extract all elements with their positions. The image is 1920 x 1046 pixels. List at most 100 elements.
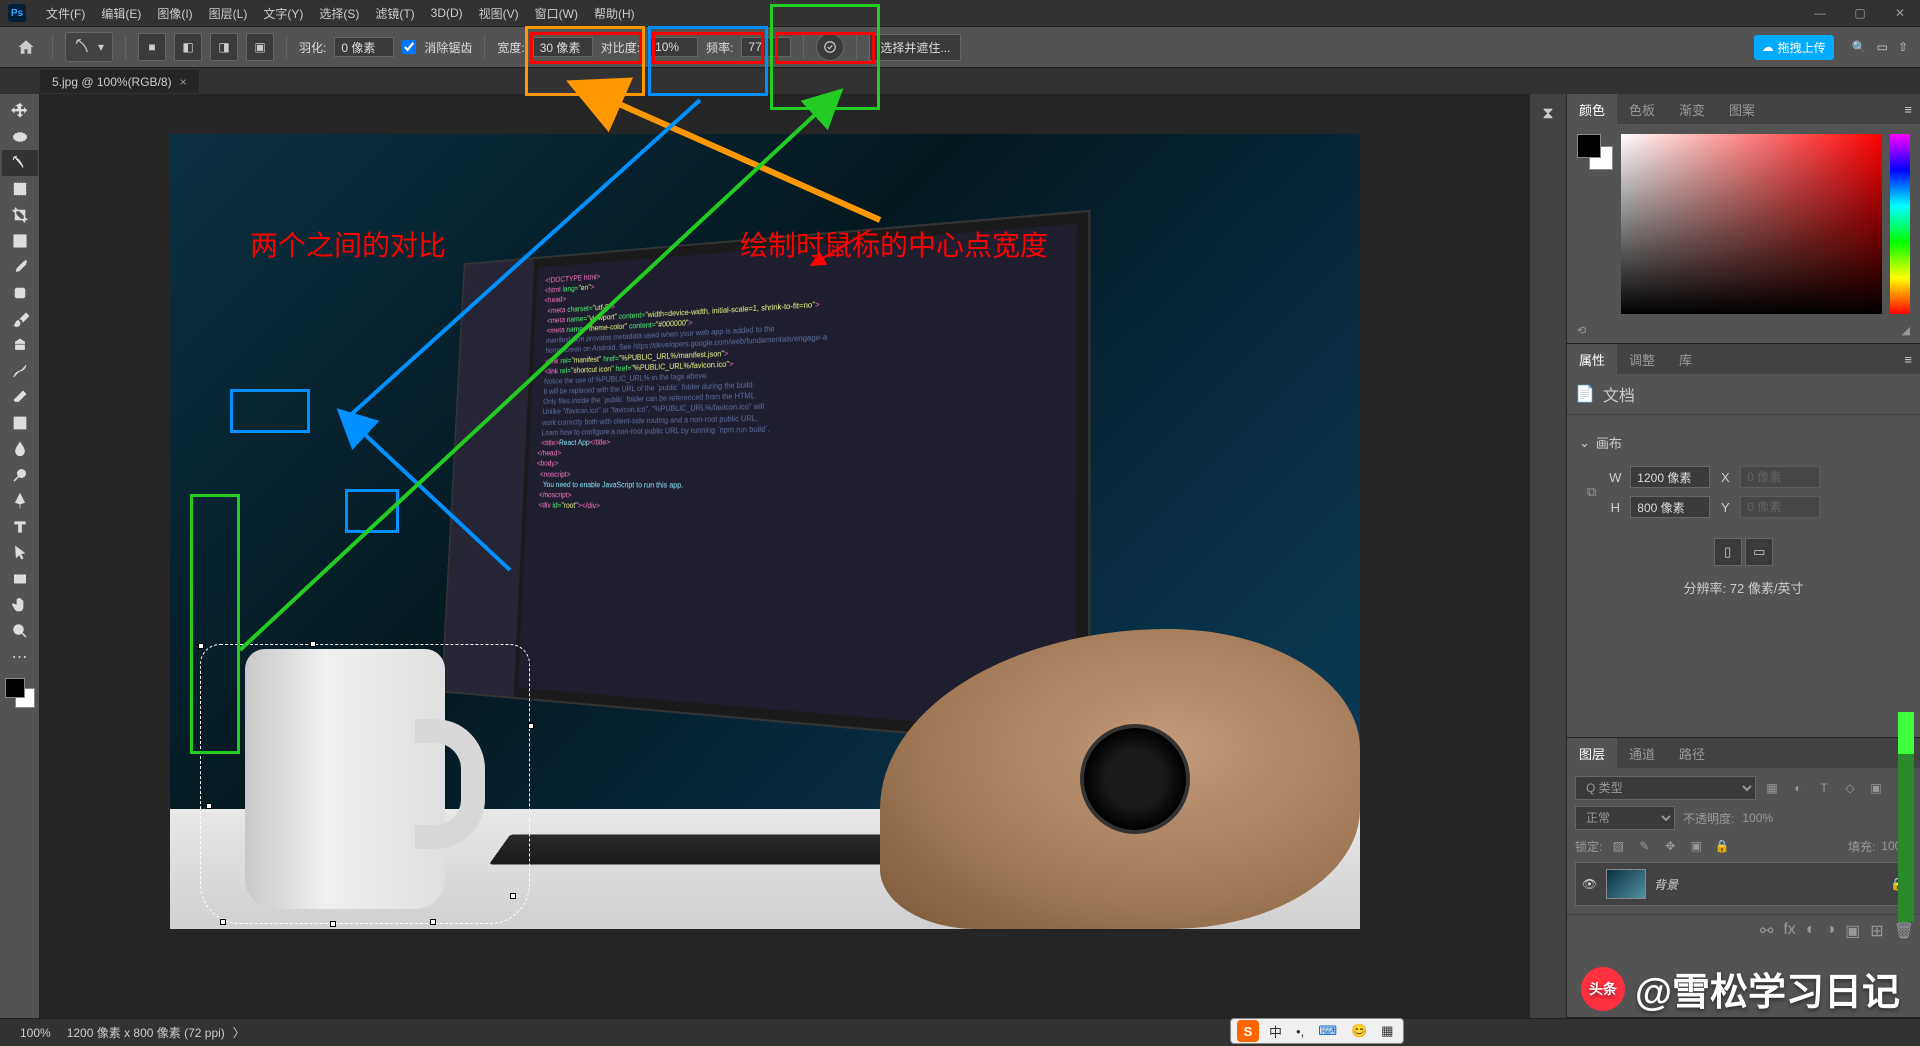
canvas-section-header[interactable]: ⌄ 画布 — [1579, 427, 1908, 458]
lock-all-icon[interactable]: 🔒 — [1712, 836, 1732, 856]
document-canvas[interactable]: <!DOCTYPE html> <html lang="en"> <head> … — [170, 134, 1360, 929]
new-layer-icon[interactable]: ⊞ — [1870, 921, 1883, 941]
ime-menu-icon[interactable]: ▦ — [1377, 1023, 1397, 1039]
ime-lang[interactable]: 中 — [1265, 1022, 1286, 1041]
layer-visibility-icon[interactable]: 👁 — [1582, 877, 1598, 891]
tab-libraries[interactable]: 库 — [1667, 344, 1704, 374]
blur-tool[interactable] — [2, 436, 38, 462]
quick-select-tool[interactable] — [2, 176, 38, 202]
freq-input[interactable] — [741, 37, 791, 57]
panel-menu-icon[interactable]: ≡ — [1896, 352, 1920, 367]
link-layers-icon[interactable]: ⚯ — [1760, 921, 1773, 941]
antialias-checkbox[interactable] — [402, 40, 416, 54]
status-chevron-icon[interactable]: 〉 — [233, 1024, 245, 1041]
layer-thumbnail[interactable] — [1606, 869, 1646, 899]
menu-file[interactable]: 文件(F) — [38, 5, 93, 22]
selection-intersect-icon[interactable]: ▣ — [246, 33, 274, 61]
home-button[interactable] — [12, 33, 40, 61]
tab-properties[interactable]: 属性 — [1567, 344, 1617, 374]
selection-subtract-icon[interactable]: ◨ — [210, 33, 238, 61]
filter-smart-icon[interactable]: ▣ — [1866, 778, 1886, 798]
layer-filter-dropdown[interactable]: Q 类型 — [1575, 776, 1756, 800]
foreground-color[interactable] — [5, 678, 25, 698]
link-icon[interactable]: ⟲ — [1577, 324, 1586, 337]
maximize-button[interactable]: ▢ — [1848, 6, 1872, 20]
lock-transparency-icon[interactable]: ▨ — [1608, 836, 1628, 856]
menu-3d[interactable]: 3D(D) — [423, 6, 471, 20]
ime-toolbar[interactable]: S 中 •, ⌨ 😊 ▦ — [1230, 1018, 1404, 1044]
type-tool[interactable] — [2, 514, 38, 540]
eyedropper-tool[interactable] — [2, 254, 38, 280]
menu-type[interactable]: 文字(Y) — [255, 5, 311, 22]
move-tool[interactable] — [2, 98, 38, 124]
history-brush-tool[interactable] — [2, 358, 38, 384]
filter-type-icon[interactable]: T — [1814, 778, 1834, 798]
rectangle-tool[interactable] — [2, 566, 38, 592]
document-tab-close[interactable]: × — [180, 75, 187, 89]
color-field[interactable] — [1621, 134, 1882, 314]
workspace-icon[interactable]: ▭ — [1877, 40, 1888, 54]
tab-pattern[interactable]: 图案 — [1717, 94, 1767, 124]
minimize-button[interactable]: — — [1808, 6, 1832, 20]
lock-position-icon[interactable]: ✥ — [1660, 836, 1680, 856]
dodge-tool[interactable] — [2, 462, 38, 488]
pen-tool[interactable] — [2, 488, 38, 514]
orient-portrait-icon[interactable]: ▯ — [1714, 538, 1742, 566]
panel-menu-icon[interactable]: ≡ — [1896, 102, 1920, 117]
clone-stamp-tool[interactable] — [2, 332, 38, 358]
status-zoom[interactable]: 100% — [12, 1026, 59, 1040]
filter-adjust-icon[interactable]: ◐ — [1788, 778, 1808, 798]
filter-image-icon[interactable]: ▦ — [1762, 778, 1782, 798]
feather-input[interactable] — [334, 37, 394, 57]
orient-landscape-icon[interactable]: ▭ — [1745, 538, 1773, 566]
share-icon[interactable]: ⇧ — [1898, 40, 1908, 54]
selection-add-icon[interactable]: ◧ — [174, 33, 202, 61]
selection-new-icon[interactable]: ■ — [138, 33, 166, 61]
filter-shape-icon[interactable]: ◇ — [1840, 778, 1860, 798]
menu-edit[interactable]: 编辑(E) — [93, 5, 149, 22]
tab-gradient[interactable]: 渐变 — [1667, 94, 1717, 124]
current-tool-indicator[interactable]: ▾ — [65, 32, 113, 62]
menu-layer[interactable]: 图层(L) — [201, 5, 256, 22]
status-doc-info[interactable]: 1200 像素 x 800 像素 (72 ppi) — [59, 1024, 233, 1041]
close-button[interactable]: ✕ — [1888, 6, 1912, 20]
frame-tool[interactable] — [2, 228, 38, 254]
path-select-tool[interactable] — [2, 540, 38, 566]
ime-punct-icon[interactable]: •, — [1292, 1024, 1308, 1039]
tab-channels[interactable]: 通道 — [1617, 738, 1667, 768]
menu-image[interactable]: 图像(I) — [149, 5, 200, 22]
layer-mask-icon[interactable]: ◐ — [1806, 921, 1816, 941]
tab-layers[interactable]: 图层 — [1567, 738, 1617, 768]
layer-name[interactable]: 背景 — [1654, 876, 1882, 893]
color-swatch[interactable] — [5, 678, 35, 708]
hue-slider[interactable] — [1890, 134, 1910, 314]
brush-tool[interactable] — [2, 306, 38, 332]
marquee-tool[interactable] — [2, 124, 38, 150]
layer-item-background[interactable]: 👁 背景 🔒 — [1575, 862, 1912, 906]
lasso-tool[interactable] — [2, 150, 38, 176]
zoom-tool[interactable] — [2, 618, 38, 644]
more-tools[interactable]: ⋯ — [2, 644, 38, 670]
menu-window[interactable]: 窗口(W) — [527, 5, 586, 22]
ime-keyboard-icon[interactable]: ⌨ — [1314, 1023, 1341, 1039]
menu-view[interactable]: 视图(V) — [471, 5, 527, 22]
lock-artboard-icon[interactable]: ▣ — [1686, 836, 1706, 856]
gradient-tool[interactable] — [2, 410, 38, 436]
color-preview[interactable] — [1577, 134, 1613, 170]
menu-select[interactable]: 选择(S) — [311, 5, 367, 22]
canvas-height-input[interactable] — [1630, 496, 1710, 518]
ime-emoji-icon[interactable]: 😊 — [1347, 1023, 1371, 1039]
link-dimensions-icon[interactable]: ⧉ — [1587, 484, 1596, 500]
healing-brush-tool[interactable] — [2, 280, 38, 306]
document-tab[interactable]: 5.jpg @ 100%(RGB/8) × — [40, 70, 199, 93]
menu-filter[interactable]: 滤镜(T) — [367, 5, 422, 22]
select-and-mask-button[interactable]: 选择并遮住... — [869, 34, 961, 61]
cloud-upload-button[interactable]: ☁ 拖拽上传 — [1754, 35, 1834, 60]
blend-mode-dropdown[interactable]: 正常 — [1575, 806, 1675, 830]
contrast-input[interactable] — [648, 37, 698, 57]
opacity-value[interactable]: 100% — [1742, 811, 1773, 825]
layer-fx-icon[interactable]: fx — [1783, 921, 1795, 941]
new-group-icon[interactable]: ▣ — [1845, 921, 1860, 941]
canvas-area[interactable]: <!DOCTYPE html> <html lang="en"> <head> … — [40, 94, 1566, 1018]
search-icon[interactable]: 🔍 — [1852, 40, 1867, 54]
